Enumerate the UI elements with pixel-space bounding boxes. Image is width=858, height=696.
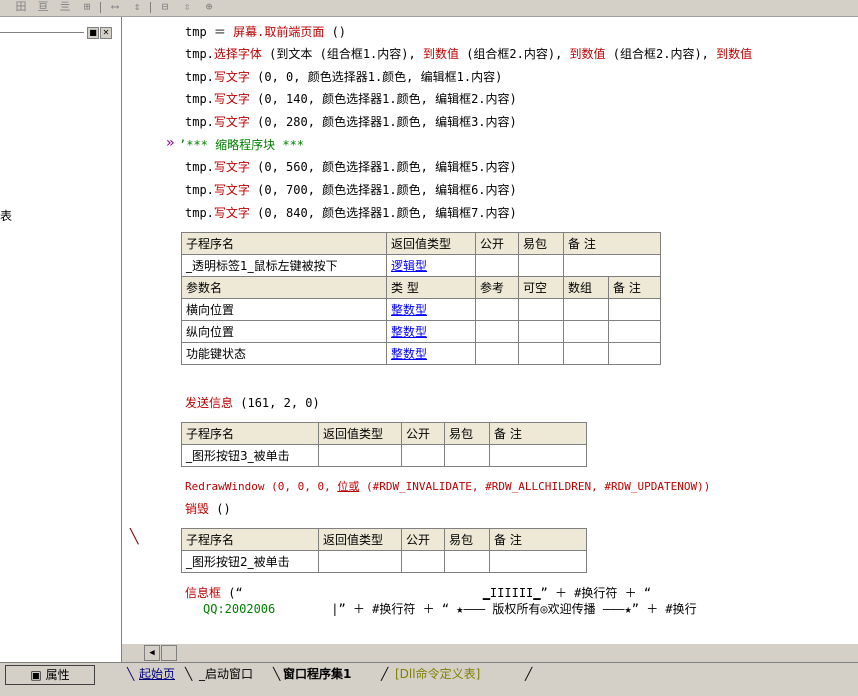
same-size-icon[interactable]: ⊕ bbox=[202, 1, 216, 13]
code-line: QQ:2002006 |” ＋ #换行符 ＋ “ ★——— 版权所有◎欢迎传播 —… bbox=[203, 602, 697, 616]
code-editor[interactable]: tmp ＝ 屏幕.取前端页面 () tmp.选择字体 (到文本 (组合框1.内容… bbox=[175, 17, 858, 644]
left-text-fragment: 表 bbox=[0, 209, 13, 223]
code-line: tmp.写文字 (0, 560, 颜色选择器1.颜色, 编辑框5.内容) bbox=[185, 160, 517, 174]
collapsed-block[interactable]: ’*** 缩略程序块 *** bbox=[179, 135, 304, 155]
sub-table-3: 子程序名 返回值类型 公开 易包 备 注 _图形按钮2_被单击 bbox=[181, 528, 587, 573]
align-grid-icon[interactable]: 田 bbox=[14, 1, 28, 13]
editor-gutter: » ╲ bbox=[122, 17, 175, 644]
properties-tab[interactable]: ▣ 属性 bbox=[5, 665, 95, 685]
sub-name-cell[interactable]: _透明标签1_鼠标左键被按下 bbox=[181, 254, 387, 277]
scroll-left-icon[interactable]: ◀ bbox=[144, 645, 160, 661]
code-line: tmp.写文字 (0, 280, 颜色选择器1.颜色, 编辑框3.内容) bbox=[185, 115, 517, 129]
same-height-icon[interactable]: ⇳ bbox=[180, 1, 194, 13]
properties-icon: ▣ bbox=[30, 668, 46, 682]
bottom-bar: ▣ 属性 ╲ 起始页 ╲ _启动窗口 ╲ 窗口程序集1 ╱ [Dll命令定义表]… bbox=[0, 662, 858, 696]
sub-name-cell[interactable]: _图形按钮2_被单击 bbox=[181, 550, 319, 573]
align-top-icon[interactable]: 亖 bbox=[58, 1, 72, 13]
collapse-arrow-icon[interactable]: » bbox=[166, 135, 174, 151]
code-line: tmp.写文字 (0, 0, 颜色选择器1.颜色, 编辑框1.内容) bbox=[185, 70, 503, 84]
code-line: tmp ＝ 屏幕.取前端页面 () bbox=[185, 25, 347, 39]
align-center-icon[interactable]: 亘 bbox=[36, 1, 50, 13]
left-panel: ■ ✕ 表 bbox=[0, 17, 122, 663]
sub-table-1: 子程序名 返回值类型 公开 易包 备 注 _透明标签1_鼠标左键被按下 逻辑型 … bbox=[181, 232, 661, 365]
horizontal-scrollbar[interactable]: ◀ bbox=[122, 644, 858, 662]
code-line: 销毁 () bbox=[185, 502, 231, 516]
align-bottom-icon[interactable]: ⊞ bbox=[80, 1, 94, 13]
sub-name-cell[interactable]: _图形按钮3_被单击 bbox=[181, 444, 319, 467]
code-line: RedrawWindow (0, 0, 0, 位或 (#RDW_INVALIDA… bbox=[185, 480, 711, 493]
return-type-cell[interactable]: 逻辑型 bbox=[386, 254, 476, 277]
code-line: tmp.写文字 (0, 840, 颜色选择器1.颜色, 编辑框7.内容) bbox=[185, 206, 517, 220]
breakpoint-pencil-icon[interactable]: ╲ bbox=[130, 529, 138, 545]
toolbar: 田 亘 亖 ⊞ ⟷ ⇕ ⊟ ⇳ ⊕ bbox=[0, 0, 858, 17]
sub-table-2: 子程序名 返回值类型 公开 易包 备 注 _图形按钮3_被单击 bbox=[181, 422, 587, 467]
code-line: tmp.选择字体 (到文本 (组合框1.内容), 到数值 (组合框2.内容), … bbox=[185, 47, 753, 61]
table-row: 纵向位置 整数型 bbox=[181, 320, 661, 343]
table-row: 横向位置 整数型 bbox=[181, 298, 661, 321]
tab-window-assembly-1[interactable]: 窗口程序集1 bbox=[283, 665, 351, 683]
code-line: 发送信息 (161, 2, 0) bbox=[185, 396, 320, 410]
same-width-icon[interactable]: ⊟ bbox=[158, 1, 172, 13]
maximize-icon[interactable]: ■ bbox=[87, 27, 99, 39]
code-line: tmp.写文字 (0, 140, 颜色选择器1.颜色, 编辑框2.内容) bbox=[185, 92, 517, 106]
scroll-thumb[interactable] bbox=[161, 645, 177, 661]
tab-start-page[interactable]: 起始页 bbox=[139, 665, 175, 683]
vspace-icon[interactable]: ⇕ bbox=[130, 1, 144, 13]
panel-title-bar: ■ ✕ bbox=[0, 27, 121, 39]
close-icon[interactable]: ✕ bbox=[100, 27, 112, 39]
table-row: 功能键状态 整数型 bbox=[181, 342, 661, 365]
code-line: tmp.写文字 (0, 700, 颜色选择器1.颜色, 编辑框6.内容) bbox=[185, 183, 517, 197]
tab-startup-window[interactable]: _启动窗口 bbox=[199, 665, 253, 683]
tab-dll-definitions[interactable]: [Dll命令定义表] bbox=[395, 665, 480, 683]
hspace-icon[interactable]: ⟷ bbox=[108, 1, 122, 13]
